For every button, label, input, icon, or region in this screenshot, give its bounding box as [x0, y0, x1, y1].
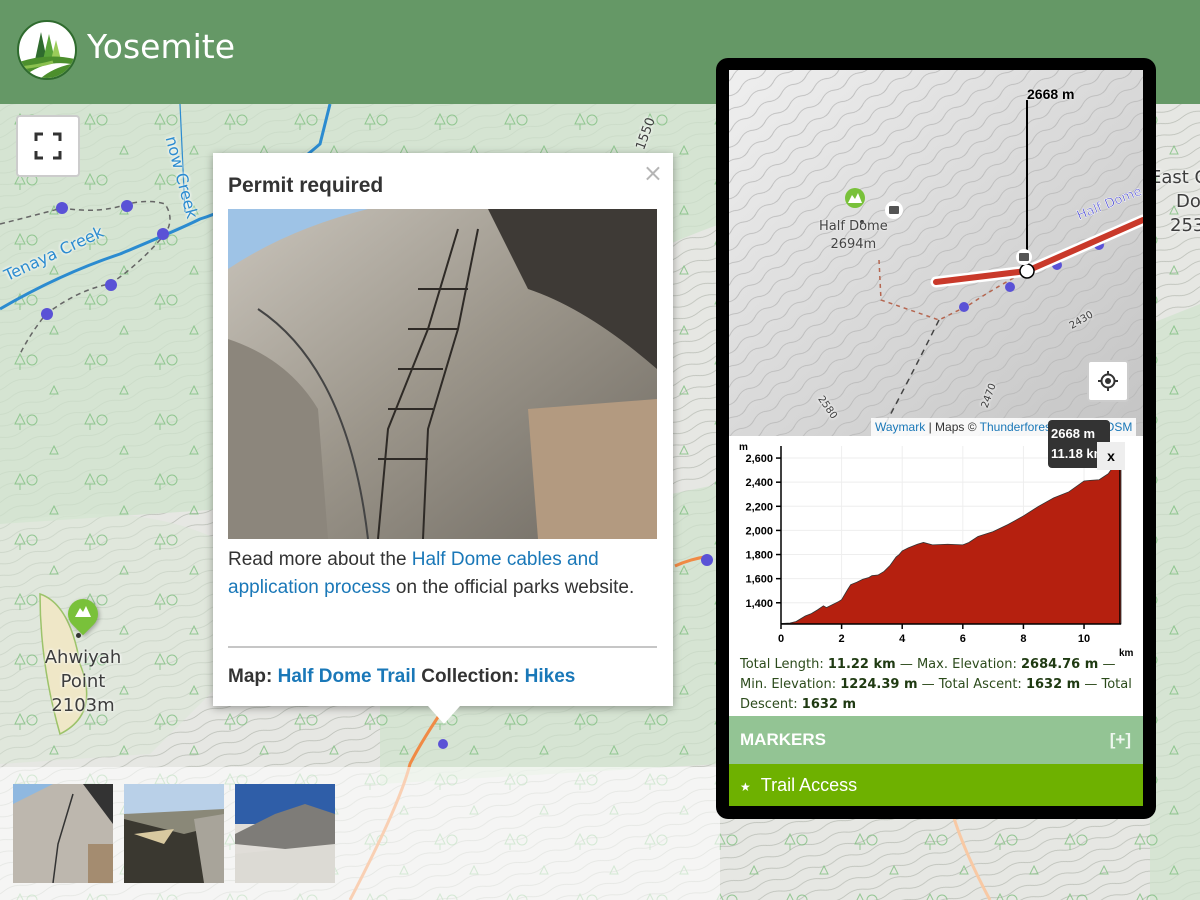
peak-elevation: 2103m [51, 695, 115, 716]
summary-label: — Total Ascent: [917, 677, 1026, 692]
mini-map-tiles: Half Dome [729, 70, 1143, 436]
x-tick-label: 4 [899, 633, 906, 645]
peak-elevation: 2694m [830, 237, 877, 252]
total-length: 11.22 km [827, 657, 896, 672]
popup-description: Read more about the Half Dome cables and… [228, 546, 648, 602]
east-dome-label: East C Do 253 [1150, 166, 1200, 238]
app-title: Yosemite [87, 27, 236, 66]
popup-photo[interactable] [228, 209, 657, 539]
collection-link[interactable]: Hikes [525, 666, 576, 687]
elevation-readout: 2668 m [1027, 86, 1075, 102]
markers-expand-toggle[interactable]: [+] [1110, 716, 1131, 764]
y-tick-label: 2,600 [745, 453, 773, 465]
popup-divider [228, 646, 657, 648]
x-tick-label: 0 [778, 633, 784, 645]
east-dome-elevation: 253 [1170, 215, 1200, 236]
thunderforest-link[interactable]: Thunderforest [980, 420, 1055, 434]
popup-title: Permit required [228, 174, 384, 197]
chart-close-button[interactable]: x [1097, 442, 1125, 470]
y-tick-label: 1,800 [745, 550, 773, 562]
x-tick-label: 8 [1020, 633, 1026, 645]
gallery-thumbnail[interactable] [124, 784, 224, 883]
x-tick-label: 6 [960, 633, 966, 645]
peak-name-2: Point [60, 671, 106, 692]
elevation-area [780, 446, 1122, 625]
photo-gallery [0, 767, 720, 900]
mini-map[interactable]: Half Dome 2580 2470 2430 2668 m Half Dom… [729, 70, 1143, 436]
east-dome-name-2: Do [1176, 191, 1200, 212]
markers-section-header[interactable]: MARKERS [+] [729, 716, 1143, 764]
trail-panel: Half Dome 2580 2470 2430 2668 m Half Dom… [716, 58, 1156, 819]
total-descent: 1632 m [801, 697, 857, 712]
y-tick-label: 1,600 [745, 574, 773, 586]
summary-label: — Max. Elevation: [895, 657, 1022, 672]
peak-name: Ahwiyah [44, 647, 122, 668]
y-tick-label: 2,200 [745, 501, 773, 513]
gallery-thumbnail[interactable] [13, 784, 113, 883]
east-dome-name: East C [1150, 167, 1200, 188]
marker-popup: × Permit required Read more about the Ha… [213, 153, 673, 706]
mountain-icon [74, 604, 92, 618]
tooltip-elevation: 2668 m [1051, 426, 1096, 441]
map-label: Map: [228, 666, 278, 687]
gallery-thumbnail[interactable] [235, 784, 335, 883]
peak-point [76, 633, 81, 638]
ahwiyah-point-label: Ahwiyah Point 2103m [38, 646, 128, 718]
y-tick-label: 2,400 [745, 477, 773, 489]
marker-item-trail-access[interactable]: ★ Trail Access [729, 764, 1143, 806]
marker-item-label: Trail Access [760, 775, 858, 795]
y-tick-label: 1,400 [745, 598, 773, 610]
popup-tip [428, 706, 460, 724]
popup-text-after: on the official parks website. [390, 577, 635, 598]
x-tick-label: 10 [1078, 633, 1090, 645]
fullscreen-icon [34, 132, 62, 160]
star-icon: ★ [740, 780, 751, 794]
y-tick-label: 2,000 [745, 525, 773, 537]
forest-landscape-logo[interactable] [17, 20, 77, 80]
map-link[interactable]: Half Dome Trail [278, 666, 416, 687]
peak-name: Half Dome [819, 219, 888, 234]
elevation-chart[interactable]: 0 2 4 6 8 10 1,400 1,600 1,800 2,000 2,200 2,400 2,6… [729, 436, 1143, 659]
panel-content: Half Dome 2580 2470 2430 2668 m Half Dom… [729, 70, 1143, 806]
locate-icon [1098, 371, 1118, 391]
total-ascent: 1632 m [1025, 677, 1081, 692]
max-elevation: 2684.76 m [1021, 657, 1099, 672]
trail-summary: Total Length: 11.22 km — Max. Elevation:… [740, 655, 1140, 715]
min-elevation: 1224.39 m [840, 677, 918, 692]
collection-label: Collection: [415, 666, 525, 687]
attribution-text: | Maps © [925, 420, 980, 434]
elevation-chart-svg: 0 2 4 6 8 10 1,400 1,600 1,800 2,000 2,200 2,400 2,6… [739, 442, 1134, 659]
x-tick-label: 2 [839, 633, 845, 645]
fullscreen-button[interactable] [16, 115, 80, 177]
markers-title: MARKERS [740, 730, 826, 749]
half-dome-label: Half Dome 2694m [819, 218, 888, 254]
waymark-link[interactable]: Waymark [875, 420, 925, 434]
y-axis-label: m [739, 442, 748, 453]
popup-meta: Map: Half Dome Trail Collection: Hikes [228, 666, 575, 688]
summary-label: Total Length: [740, 657, 828, 672]
close-icon[interactable]: × [643, 159, 663, 187]
popup-text-before: Read more about the [228, 549, 412, 570]
locate-button[interactable] [1087, 360, 1129, 402]
